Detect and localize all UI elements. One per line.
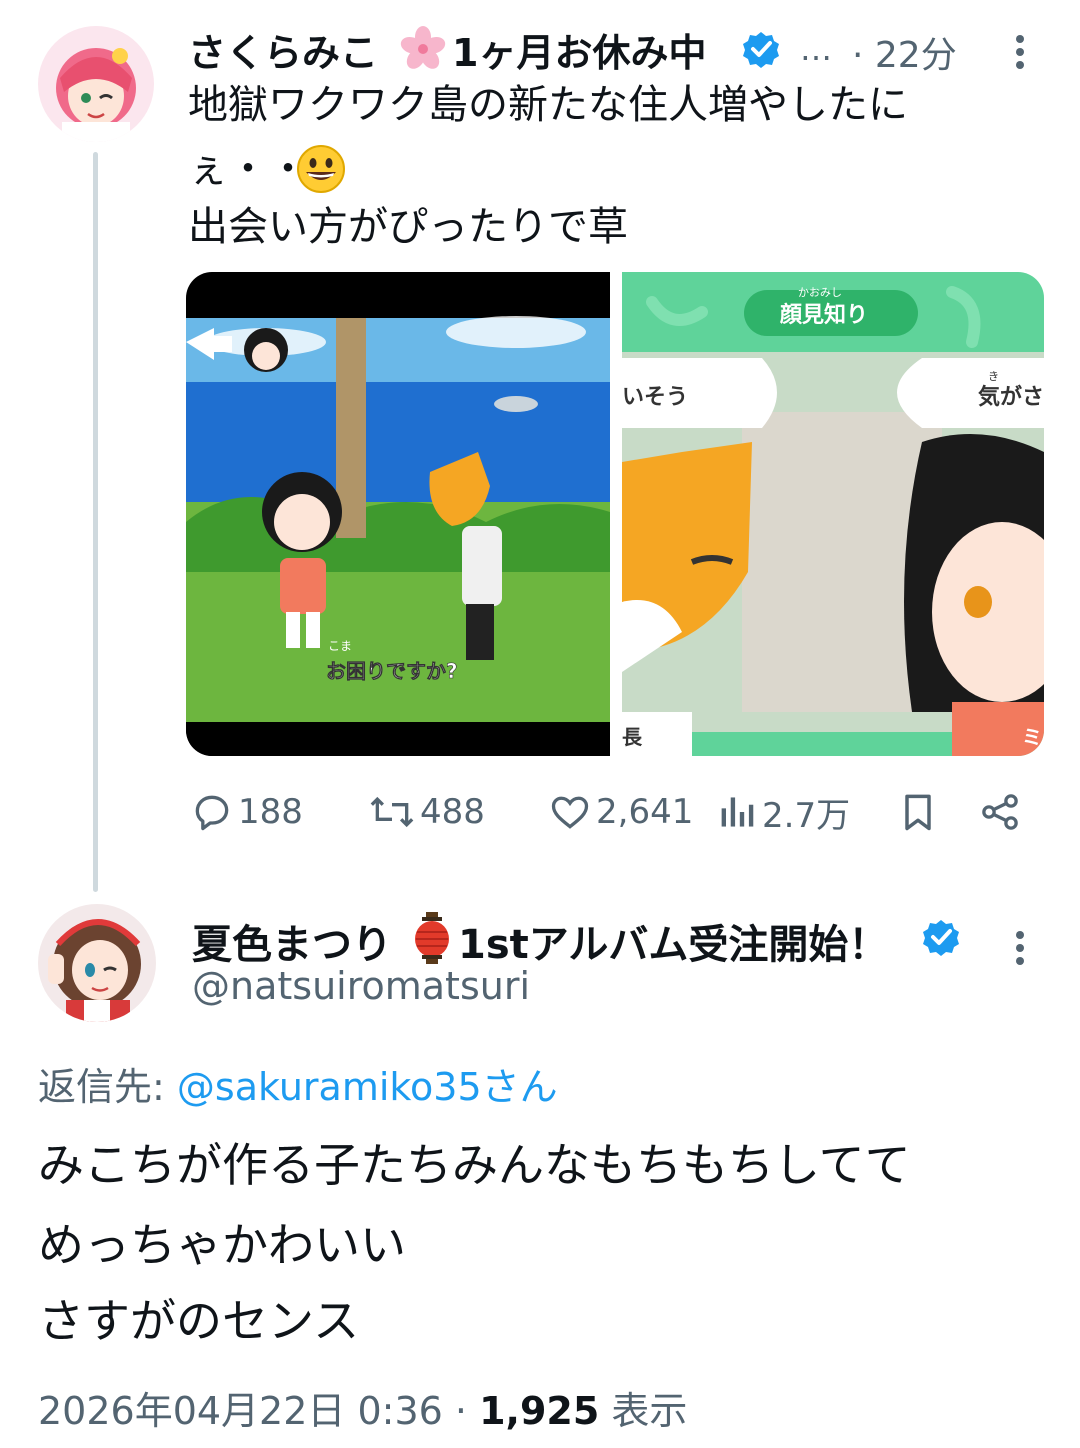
bubble-right-text: 気がさ (978, 384, 1044, 410)
lantern-emoji-icon (412, 912, 452, 964)
views-action[interactable]: 2.7万 (718, 790, 851, 836)
reply-mention-link[interactable]: @sakuramiko35さん (177, 1065, 558, 1109)
reply-count: 188 (238, 792, 303, 832)
like-count: 2,641 (596, 792, 694, 832)
tweet-meta: 2026年04月22日 0:36 · 1,925 表示 (38, 1380, 687, 1435)
retweet-icon (370, 796, 414, 828)
user-handle[interactable]: @natsuiromatsuri (192, 964, 530, 1008)
bookmark-icon (905, 794, 931, 831)
more-options-icon[interactable] (1016, 926, 1026, 970)
bottom-left-text: 長 (622, 725, 643, 749)
views-count: 2.7万 (762, 795, 851, 836)
bubble-left-text: いそう (622, 385, 688, 410)
bubble-right-ruby: き (988, 370, 999, 383)
meta-separator: · (454, 1389, 468, 1433)
grinning-face-emoji-icon (296, 144, 346, 194)
display-name-suffix[interactable]: 1ヶ月お休み中 (452, 22, 706, 77)
share-icon (982, 794, 1018, 830)
media-image-right[interactable]: かおみし 顔見知り いそう き 気がさ 長 ミ (622, 272, 1044, 756)
bottom-right-text: ミ (1022, 725, 1042, 749)
tweet-text-line-3: さすがのセンス (38, 1294, 360, 1348)
avatar-sakuramiko[interactable] (38, 26, 154, 142)
thread-connector-line (93, 152, 98, 892)
retweet-action[interactable]: 488 (368, 790, 485, 834)
cherry-blossom-emoji-icon (400, 26, 446, 72)
tweet-timestamp[interactable]: 2026年04月22日 0:36 (38, 1389, 443, 1433)
like-action[interactable]: 2,641 (548, 790, 693, 834)
tweet-media-grid: こま お困りですか? かおみし 顔見知り いそう き 気がさ 長 ミ (186, 272, 1044, 756)
display-name[interactable]: 夏色まつり (192, 912, 392, 970)
reply-action[interactable]: 188 (190, 790, 303, 834)
caption-ruby: こま (328, 639, 352, 653)
tweet-text-line-1: みこちが作る子たちみんなもちもちしてて (38, 1138, 911, 1192)
views-icon (721, 797, 754, 827)
views-label: 表示 (611, 1389, 688, 1433)
verified-badge-icon (742, 30, 780, 68)
avatar-natsuiromatsuri[interactable] (38, 904, 156, 1022)
reply-icon (195, 795, 229, 831)
caption-text: お困りですか? (326, 659, 458, 683)
tweet-text-line-2: めっちゃかわいい (38, 1218, 406, 1272)
tweet-text-line-3: 出会い方がぴったりで草 (188, 204, 628, 250)
retweet-count: 488 (420, 792, 485, 832)
display-name-suffix[interactable]: 1stアルバム受注開始！ (458, 912, 888, 970)
more-options-icon[interactable] (1016, 30, 1026, 74)
sign-text: 顔見知り (779, 302, 868, 328)
reply-to-line: 返信先: @sakuramiko35さん (38, 1056, 558, 1111)
media-image-left[interactable]: こま お困りですか? (186, 272, 610, 756)
sign-ruby: かおみし (798, 286, 842, 299)
verified-badge-icon (922, 918, 960, 956)
views-count: 1,925 (479, 1389, 600, 1433)
share-action[interactable] (976, 790, 1028, 834)
tweet-time[interactable]: · 22分 (852, 26, 957, 78)
display-name[interactable]: さくらみこ (188, 22, 378, 77)
tweet-text-line-1: 地獄ワクワク島の新たな住人増やしたに (188, 82, 908, 128)
heart-icon (551, 796, 589, 829)
bookmark-action[interactable] (896, 790, 944, 834)
name-truncation: … (800, 30, 832, 68)
reply-to-label: 返信先: (38, 1065, 165, 1109)
